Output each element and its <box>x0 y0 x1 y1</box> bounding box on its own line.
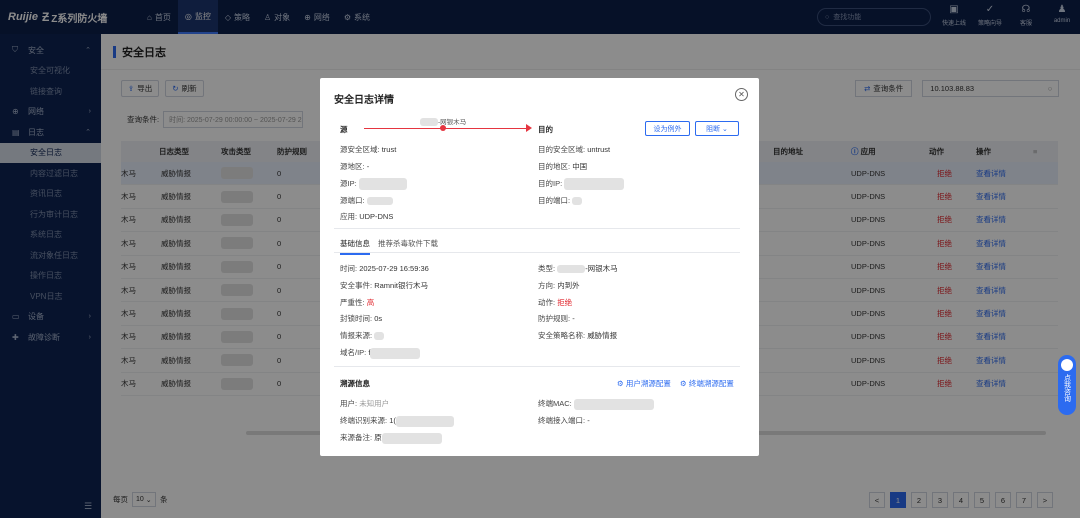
domain-ip: 域名/IP: f <box>340 347 421 359</box>
type: 类型: -网银木马 <box>538 264 618 274</box>
terminal-trace-link[interactable]: ⚙ 终端溯源配置 <box>680 378 734 389</box>
direction: 方向: 内到外 <box>538 281 580 290</box>
set-exception-button[interactable]: 设为例外 <box>645 121 690 136</box>
action: 动作: 拒绝 <box>538 298 573 307</box>
modal-title: 安全日志详情 <box>334 95 394 106</box>
src-region: 源地区: - <box>340 162 370 171</box>
trace-title: 溯源信息 <box>340 379 370 388</box>
gear-icon: ⚙ <box>680 379 687 388</box>
policy-name: 安全策略名称: 威胁情报 <box>538 331 618 340</box>
user: 用户: 未知用户 <box>340 399 390 408</box>
help-float-button[interactable]: 点我咨询 <box>1058 355 1076 415</box>
intel-source: 情报来源: <box>340 330 385 341</box>
terminal-id-source: 终端识别来源: 1( <box>340 415 454 427</box>
close-icon[interactable]: ✕ <box>735 88 748 101</box>
severity: 严重性: 高 <box>340 298 375 307</box>
arrow-right-icon <box>526 124 532 132</box>
terminal-mac: 终端MAC: <box>538 398 654 410</box>
app: 应用: UDP-DNS <box>340 212 394 221</box>
dst-port: 目的端口: <box>538 195 583 206</box>
src-ip: 源IP: <box>340 178 407 191</box>
block-dropdown-button[interactable]: 阻断 ⌄ <box>695 121 739 136</box>
gear-icon: ⚙ <box>617 379 624 388</box>
terminal-port: 终端接入端口: - <box>538 416 590 425</box>
source-remark: 来源备注: 原 <box>340 432 442 444</box>
dst-region: 目的地区: 中国 <box>538 162 588 171</box>
dst-zone: 目的安全区域: untrust <box>538 145 611 154</box>
source-label: 源 <box>340 125 348 134</box>
user-trace-link[interactable]: ⚙ 用户溯源配置 <box>617 378 671 389</box>
flow-line <box>364 128 530 129</box>
log-detail-modal: 安全日志详情 ✕ 源 -网银木马 目的 设为例外 阻断 ⌄ 源安全区域: tru… <box>320 78 759 456</box>
destination-label: 目的 <box>538 125 553 134</box>
time: 时间: 2025-07-29 16:59:36 <box>340 264 429 273</box>
dst-ip: 目的IP: <box>538 178 625 191</box>
flow-label: -网银木马 <box>420 116 466 127</box>
src-port: 源端口: <box>340 195 393 206</box>
block-time: 封锁时间: 0s <box>340 314 383 323</box>
rule: 防护规则: - <box>538 314 575 323</box>
src-zone: 源安全区域: trust <box>340 145 397 154</box>
avatar <box>1061 359 1073 371</box>
event: 安全事件: Ramnit银行木马 <box>340 281 428 290</box>
